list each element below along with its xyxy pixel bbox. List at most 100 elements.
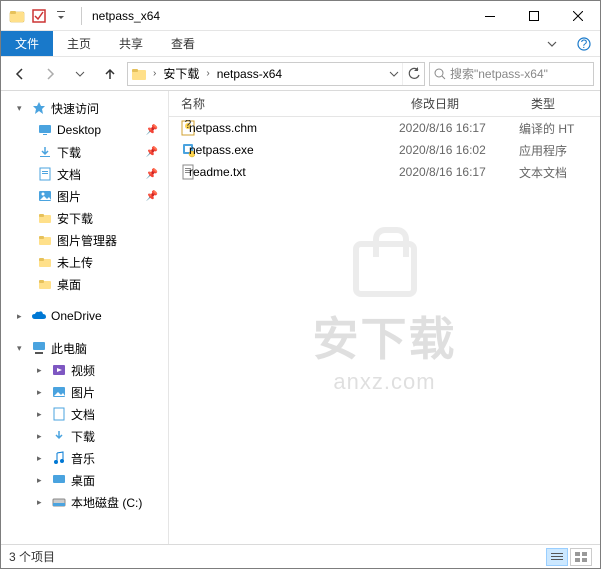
window-controls	[468, 1, 600, 31]
chevron-right-icon[interactable]: ▸	[17, 311, 27, 322]
folder-icon	[37, 232, 53, 248]
tree-desktop3[interactable]: ▸桌面	[1, 469, 168, 491]
file-date: 2020/8/16 16:17	[399, 165, 519, 179]
file-row[interactable]: netpass.exe2020/8/16 16:02应用程序	[169, 139, 600, 161]
file-name: netpass.chm	[189, 121, 399, 135]
tree-downloads2[interactable]: ▸下载	[1, 425, 168, 447]
item-count: 3 个项目	[9, 548, 55, 565]
cloud-icon	[31, 308, 47, 324]
ribbon-help-button[interactable]: ?	[568, 31, 600, 56]
pin-icon: 📌	[146, 125, 158, 136]
chevron-down-icon[interactable]: ▾	[17, 343, 27, 354]
tree-downloads[interactable]: 下载📌	[1, 141, 168, 163]
ribbon: 文件 主页 共享 查看 ?	[1, 31, 600, 56]
tree-local-disk[interactable]: ▸本地磁盘 (C:)	[1, 491, 168, 513]
chevron-right-icon[interactable]: ▸	[37, 475, 47, 486]
file-type: 编译的 HT	[519, 120, 600, 137]
tree-pictures[interactable]: 图片📌	[1, 185, 168, 207]
navbar: › 安下载 › netpass-x64 搜索"netpass-x64"	[1, 56, 600, 91]
chevron-right-icon[interactable]: ▸	[37, 453, 47, 464]
ribbon-share-tab[interactable]: 共享	[105, 31, 157, 56]
document-icon	[51, 406, 67, 422]
tree-desktop2[interactable]: 桌面	[1, 273, 168, 295]
file-icon	[169, 142, 189, 158]
desktop-icon	[37, 122, 53, 138]
file-name: readme.txt	[189, 165, 399, 179]
ribbon-home-tab[interactable]: 主页	[53, 31, 105, 56]
file-date: 2020/8/16 16:17	[399, 121, 519, 135]
refresh-button[interactable]	[402, 63, 424, 85]
statusbar: 3 个项目	[1, 544, 600, 568]
tree-quick-access[interactable]: ▾快速访问	[1, 97, 168, 119]
search-placeholder: 搜索"netpass-x64"	[450, 65, 548, 82]
file-name: netpass.exe	[189, 143, 399, 157]
pin-icon: 📌	[146, 147, 158, 158]
file-row[interactable]: ?netpass.chm2020/8/16 16:17编译的 HT	[169, 117, 600, 139]
qat-dropdown-icon[interactable]	[51, 6, 71, 26]
navigation-pane[interactable]: ▾快速访问 Desktop📌 下载📌 文档📌 图片📌 安下载 图片管理器 未上传…	[1, 91, 169, 544]
nav-up-button[interactable]	[97, 61, 123, 87]
tree-picmgr[interactable]: 图片管理器	[1, 229, 168, 251]
chevron-right-icon[interactable]: ▸	[37, 497, 47, 508]
chevron-right-icon[interactable]: ›	[150, 68, 159, 79]
tree-documents[interactable]: 文档📌	[1, 163, 168, 185]
folder-icon	[37, 276, 53, 292]
watermark: 安下载 anxz.com	[313, 241, 457, 395]
nav-forward-button[interactable]	[37, 61, 63, 87]
file-icon	[169, 164, 189, 180]
close-button[interactable]	[556, 1, 600, 31]
tree-pictures2[interactable]: ▸图片	[1, 381, 168, 403]
document-icon	[37, 166, 53, 182]
column-headers: 名称 修改日期 类型	[169, 91, 600, 117]
chevron-down-icon[interactable]: ▾	[17, 103, 27, 114]
folder-icon	[37, 254, 53, 270]
chevron-right-icon[interactable]: ▸	[37, 365, 47, 376]
titlebar: netpass_x64	[1, 1, 600, 31]
download-icon	[51, 428, 67, 444]
maximize-button[interactable]	[512, 1, 556, 31]
chevron-right-icon[interactable]: ▸	[37, 387, 47, 398]
file-type: 文本文档	[519, 164, 600, 181]
tree-anxz[interactable]: 安下载	[1, 207, 168, 229]
download-icon	[37, 144, 53, 160]
ribbon-expand-button[interactable]	[536, 31, 568, 56]
breadcrumb-seg-2[interactable]: netpass-x64	[213, 63, 286, 85]
search-input[interactable]: 搜索"netpass-x64"	[429, 62, 594, 86]
tree-this-pc[interactable]: ▾此电脑	[1, 337, 168, 359]
pc-icon	[31, 340, 47, 356]
file-type: 应用程序	[519, 142, 600, 159]
video-icon	[51, 362, 67, 378]
title-divider	[81, 7, 82, 25]
file-list[interactable]: 名称 修改日期 类型 ?netpass.chm2020/8/16 16:17编译…	[169, 91, 600, 544]
col-name[interactable]: 名称	[169, 95, 399, 112]
breadcrumb-seg-1[interactable]: 安下载	[159, 63, 203, 85]
chevron-right-icon[interactable]: ›	[203, 68, 212, 79]
tree-video[interactable]: ▸视频	[1, 359, 168, 381]
nav-history-dropdown[interactable]	[67, 61, 93, 87]
chevron-right-icon[interactable]: ▸	[37, 431, 47, 442]
picture-icon	[51, 384, 67, 400]
tree-onedrive[interactable]: ▸OneDrive	[1, 305, 168, 327]
desktop-icon	[51, 472, 67, 488]
tree-not-uploaded[interactable]: 未上传	[1, 251, 168, 273]
chevron-right-icon[interactable]: ▸	[37, 409, 47, 420]
svg-text:?: ?	[581, 37, 588, 51]
properties-icon[interactable]	[29, 6, 49, 26]
tree-desktop[interactable]: Desktop📌	[1, 119, 168, 141]
nav-back-button[interactable]	[7, 61, 33, 87]
tree-documents2[interactable]: ▸文档	[1, 403, 168, 425]
file-row[interactable]: readme.txt2020/8/16 16:17文本文档	[169, 161, 600, 183]
col-type[interactable]: 类型	[519, 95, 600, 112]
bag-icon	[353, 241, 417, 297]
ribbon-view-tab[interactable]: 查看	[157, 31, 209, 56]
music-icon	[51, 450, 67, 466]
address-dropdown-icon[interactable]	[386, 69, 402, 79]
icons-view-button[interactable]	[570, 548, 592, 566]
minimize-button[interactable]	[468, 1, 512, 31]
tree-music[interactable]: ▸音乐	[1, 447, 168, 469]
col-date[interactable]: 修改日期	[399, 95, 519, 112]
file-date: 2020/8/16 16:02	[399, 143, 519, 157]
details-view-button[interactable]	[546, 548, 568, 566]
ribbon-file-tab[interactable]: 文件	[1, 31, 53, 56]
address-bar[interactable]: › 安下载 › netpass-x64	[127, 62, 425, 86]
